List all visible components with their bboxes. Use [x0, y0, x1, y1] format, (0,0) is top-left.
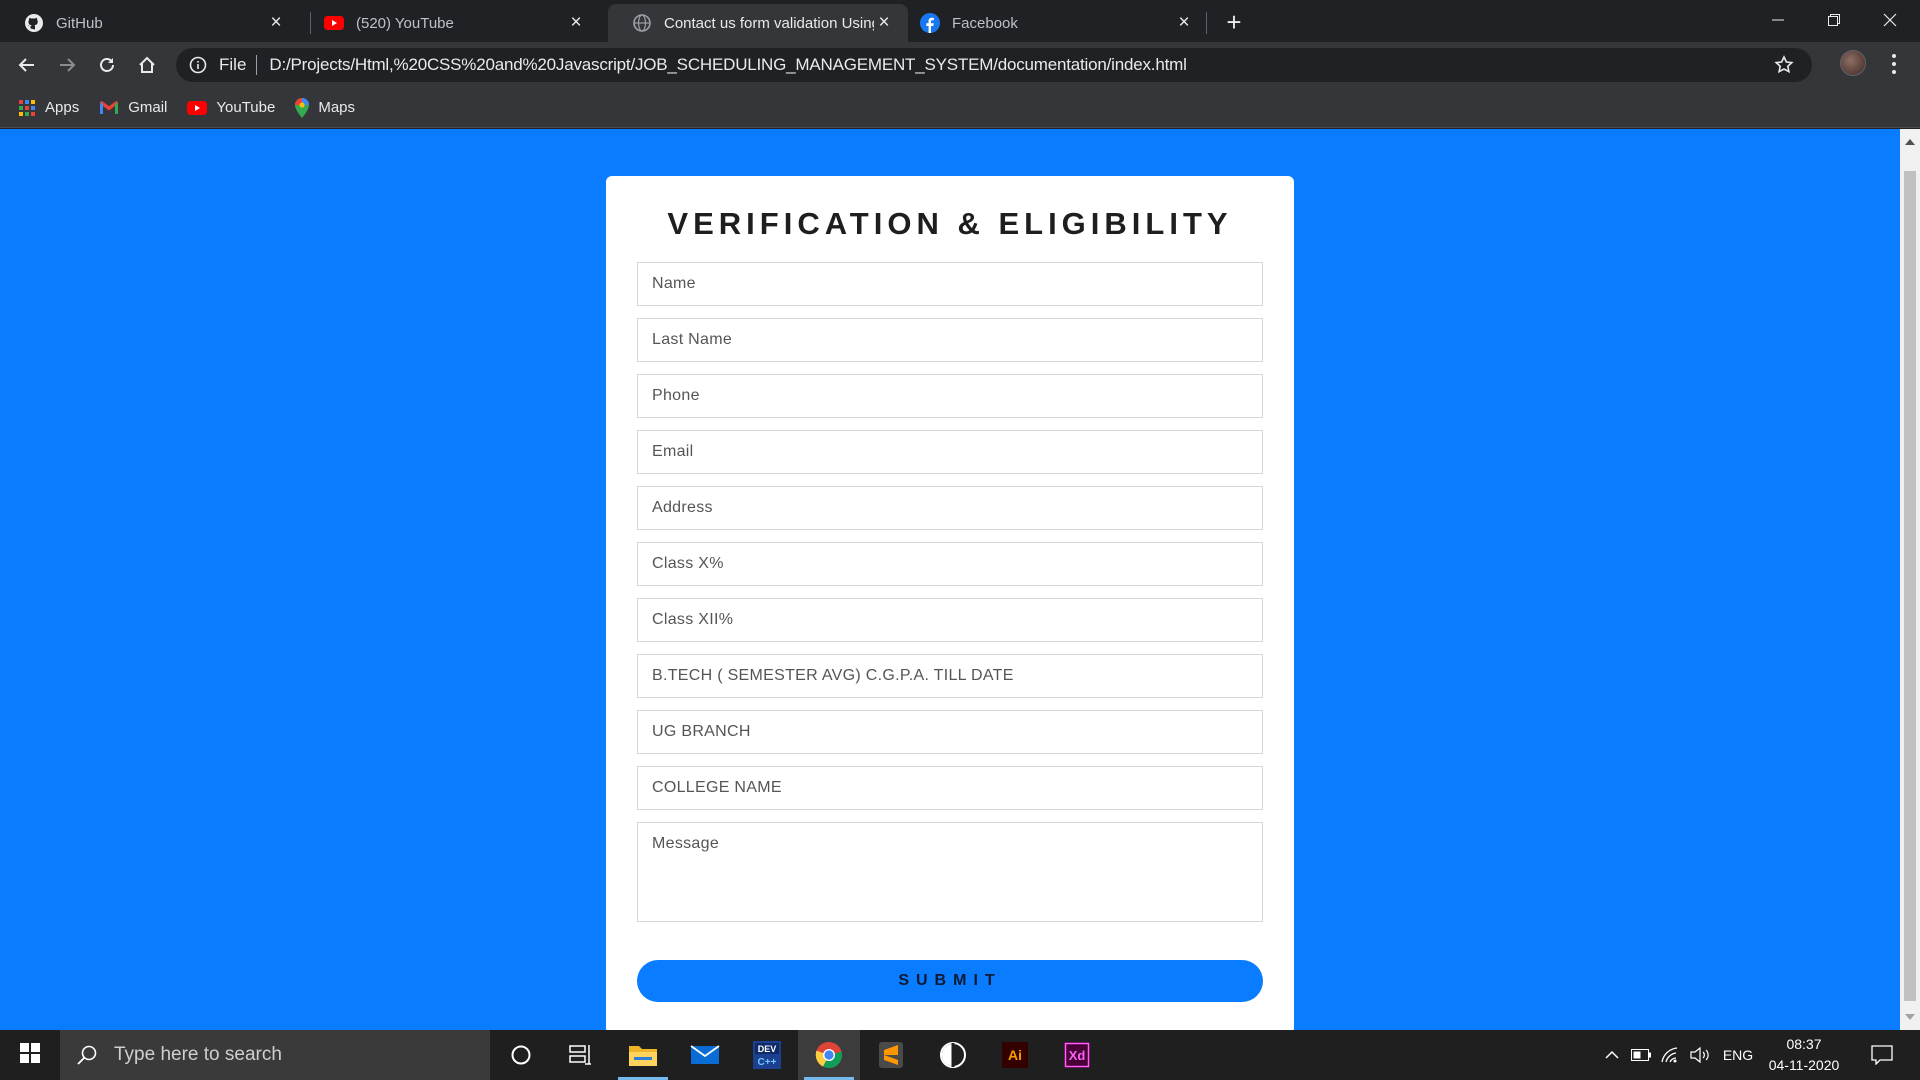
search-icon — [76, 1044, 98, 1066]
new-tab-button[interactable]: + — [1220, 7, 1248, 37]
chevron-up-icon[interactable] — [1600, 1030, 1624, 1080]
input-language-indicator[interactable]: ENG — [1718, 1030, 1758, 1080]
bookmarks-bar: Apps Gmail YouTube Maps — [0, 88, 1920, 128]
verification-form: VERIFICATION & ELIGIBILITY SUBMIT — [606, 176, 1294, 1030]
info-icon[interactable] — [189, 56, 211, 74]
clock-date: 04-11-2020 — [1768, 1057, 1840, 1073]
bookmark-label: Apps — [45, 99, 80, 116]
file-explorer-icon[interactable] — [612, 1030, 674, 1080]
tab-title: Contact us form validation Using — [664, 14, 874, 32]
close-icon[interactable]: × — [874, 12, 894, 33]
bookmark-gmail[interactable]: Gmail — [99, 99, 167, 116]
page-scrollbar[interactable] — [1900, 129, 1920, 1030]
bookmark-maps[interactable]: Maps — [295, 97, 356, 118]
wifi-icon[interactable] — [1658, 1030, 1684, 1080]
notification-center-icon[interactable] — [1862, 1030, 1902, 1080]
svg-text:Ai: Ai — [1008, 1047, 1022, 1063]
bookmark-star-icon[interactable] — [1774, 55, 1794, 80]
phone-field[interactable] — [637, 374, 1263, 418]
college-name-field[interactable] — [637, 766, 1263, 810]
taskbar-search-box[interactable]: Type here to search — [60, 1030, 490, 1080]
url-scheme-label: File — [219, 55, 247, 74]
tab-title: Facebook — [952, 14, 1018, 32]
cortana-icon[interactable] — [490, 1030, 552, 1080]
close-icon[interactable]: × — [266, 12, 286, 33]
maps-icon — [295, 97, 310, 118]
page-viewport: VERIFICATION & ELIGIBILITY SUBMIT — [0, 129, 1900, 1030]
bookmark-youtube[interactable]: YouTube — [187, 99, 275, 116]
tab-facebook[interactable]: Facebook × — [896, 4, 1208, 42]
tab-github[interactable]: GitHub × — [0, 4, 300, 42]
close-icon[interactable]: × — [566, 12, 586, 33]
svg-text:Xd: Xd — [1069, 1048, 1086, 1063]
sublime-text-icon[interactable] — [860, 1030, 922, 1080]
close-icon[interactable]: × — [1174, 12, 1194, 33]
address-field[interactable] — [637, 486, 1263, 530]
tab-title: (520) YouTube — [356, 14, 454, 32]
browser-toolbar: File D:/Projects/Html,%20CSS%20and%20Jav… — [0, 42, 1920, 88]
task-view-icon[interactable] — [550, 1030, 612, 1080]
system-clock[interactable]: 08:37 04-11-2020 — [1758, 1034, 1850, 1076]
windows-taskbar: Type here to search DEV C++ Ai Xd ENG 08… — [0, 1030, 1920, 1080]
tab-contact-form[interactable]: Contact us form validation Using × — [608, 4, 908, 42]
facebook-icon — [920, 13, 940, 33]
ug-branch-field[interactable] — [637, 710, 1263, 754]
restore-button[interactable] — [1806, 0, 1862, 40]
mail-icon[interactable] — [674, 1030, 736, 1080]
github-icon — [24, 13, 44, 33]
bookmark-label: Gmail — [128, 99, 168, 116]
cgpa-field[interactable] — [637, 654, 1263, 698]
minimize-button[interactable] — [1750, 0, 1806, 40]
reload-button[interactable] — [90, 48, 124, 82]
svg-text:DEV: DEV — [758, 1044, 777, 1054]
message-field[interactable] — [637, 822, 1263, 922]
dev-c-icon[interactable]: DEV C++ — [736, 1030, 798, 1080]
youtube-icon — [324, 13, 344, 33]
scroll-down-arrow-icon[interactable] — [1905, 1014, 1915, 1020]
davinci-icon[interactable] — [922, 1030, 984, 1080]
tab-youtube[interactable]: (520) YouTube × — [300, 4, 600, 42]
bookmark-label: YouTube — [216, 99, 276, 116]
bookmark-label: Maps — [318, 99, 356, 116]
forward-button[interactable] — [50, 48, 84, 82]
scrollbar-thumb[interactable] — [1904, 171, 1916, 1001]
illustrator-icon[interactable]: Ai — [984, 1030, 1046, 1080]
address-bar[interactable]: File D:/Projects/Html,%20CSS%20and%20Jav… — [176, 48, 1812, 82]
search-placeholder: Type here to search — [114, 1044, 282, 1065]
svg-text:C++: C++ — [758, 1057, 777, 1068]
email-field[interactable] — [637, 430, 1263, 474]
start-button[interactable] — [0, 1030, 60, 1080]
battery-icon[interactable] — [1628, 1030, 1654, 1080]
form-title: VERIFICATION & ELIGIBILITY — [667, 206, 1233, 241]
url-text[interactable]: D:/Projects/Html,%20CSS%20and%20Javascri… — [269, 55, 1186, 75]
adobe-xd-icon[interactable]: Xd — [1046, 1030, 1108, 1080]
apps-grid-icon — [18, 99, 36, 117]
class-xii-field[interactable] — [637, 598, 1263, 642]
last-name-field[interactable] — [637, 318, 1263, 362]
submit-button[interactable]: SUBMIT — [637, 960, 1263, 1002]
close-window-button[interactable] — [1862, 0, 1918, 40]
class-x-field[interactable] — [637, 542, 1263, 586]
name-field[interactable] — [637, 262, 1263, 306]
youtube-icon — [187, 100, 208, 115]
browser-menu-icon[interactable] — [1886, 52, 1902, 76]
browser-tab-strip: GitHub × (520) YouTube × Contact us form… — [0, 0, 1920, 42]
clock-time: 08:37 — [1786, 1036, 1822, 1052]
tab-title: GitHub — [56, 14, 103, 32]
gmail-icon — [99, 100, 119, 115]
profile-avatar[interactable] — [1840, 50, 1866, 76]
home-button[interactable] — [130, 48, 164, 82]
windows-logo-icon — [20, 1042, 40, 1068]
chrome-icon[interactable] — [798, 1030, 860, 1080]
globe-icon — [632, 13, 652, 33]
scroll-up-arrow-icon[interactable] — [1905, 139, 1915, 145]
back-button[interactable] — [10, 48, 44, 82]
bookmark-apps[interactable]: Apps — [18, 99, 79, 117]
volume-icon[interactable] — [1688, 1030, 1714, 1080]
